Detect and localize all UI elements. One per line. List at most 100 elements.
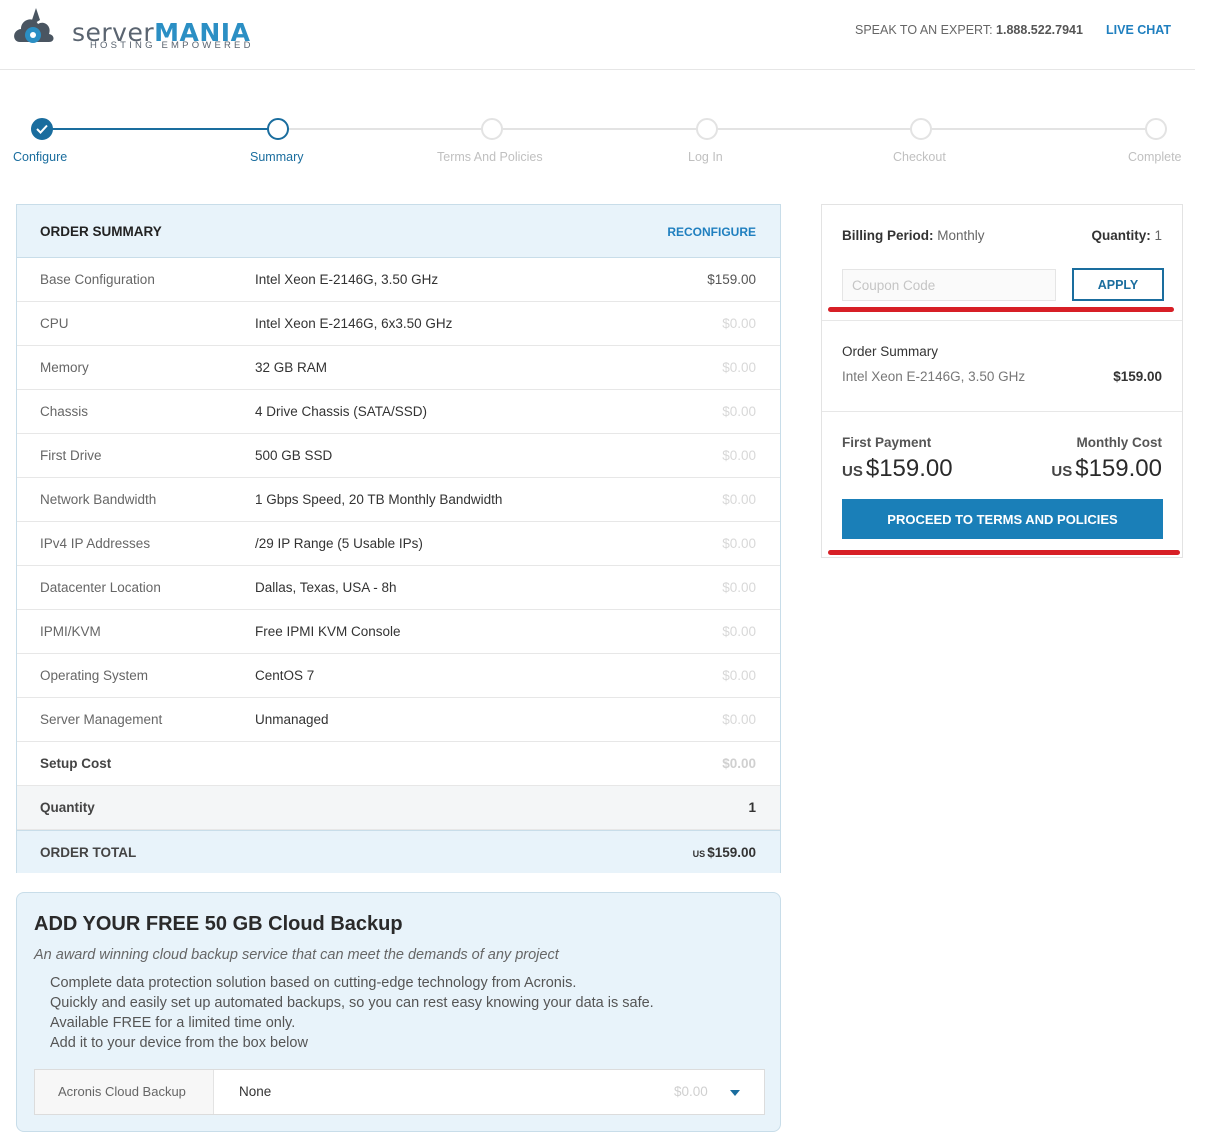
table-row: Server Management Unmanaged $0.00	[17, 698, 780, 742]
select-label: Acronis Cloud Backup	[58, 1084, 186, 1099]
setup-cost-label: Setup Cost	[40, 756, 112, 771]
select-label-cell: Acronis Cloud Backup	[35, 1070, 214, 1114]
monthly-cost-value: $159.00	[1075, 455, 1162, 482]
progress-line-done	[42, 128, 278, 130]
table-row: Datacenter Location Dallas, Texas, USA -…	[17, 566, 780, 610]
row-price: $0.00	[722, 624, 756, 639]
step-checkout-dot	[910, 118, 932, 140]
phone-number[interactable]: 1.888.522.7941	[996, 23, 1083, 37]
backup-line: Quickly and easily set up automated back…	[50, 995, 654, 1011]
monthly-cost-amount: US $159.00	[1051, 455, 1162, 483]
table-row: Base Configuration Intel Xeon E-2146G, 3…	[17, 258, 780, 302]
row-price: $0.00	[722, 492, 756, 507]
step-login-label: Log In	[688, 150, 723, 164]
step-complete-dot	[1145, 118, 1167, 140]
site-header: serverMANIA HOSTING EMPOWERED SPEAK TO A…	[0, 0, 1195, 70]
first-payment-amount: US $159.00	[842, 455, 953, 483]
table-row: Network Bandwidth 1 Gbps Speed, 20 TB Mo…	[17, 478, 780, 522]
acronis-backup-select[interactable]: Acronis Cloud Backup None $0.00	[34, 1069, 765, 1115]
row-price: $0.00	[722, 668, 756, 683]
quantity-value: 1	[748, 800, 756, 815]
row-value: 500 GB SSD	[255, 448, 333, 463]
table-row: Operating System CentOS 7 $0.00	[17, 654, 780, 698]
servermania-logo[interactable]: serverMANIA HOSTING EMPOWERED	[10, 4, 270, 54]
divider	[822, 411, 1182, 412]
select-value: None	[239, 1084, 272, 1099]
apply-coupon-button[interactable]: APPLY	[1072, 268, 1164, 301]
step-configure-dot[interactable]	[31, 118, 53, 140]
order-total-row: ORDER TOTAL US $159.00	[17, 830, 780, 873]
step-login-dot	[696, 118, 718, 140]
table-row: Chassis 4 Drive Chassis (SATA/SSD) $0.00	[17, 390, 780, 434]
row-value: /29 IP Range (5 Usable IPs)	[255, 536, 423, 551]
checkout-progress: Configure Summary Terms And Policies Log…	[0, 110, 1210, 170]
currency-code: US	[842, 463, 863, 480]
backup-line: Add it to your device from the box below	[50, 1035, 308, 1051]
currency-code: US	[692, 849, 706, 859]
order-summary-title: ORDER SUMMARY	[40, 224, 162, 239]
step-summary-label: Summary	[250, 150, 304, 164]
billing-period-value: Monthly	[937, 228, 985, 243]
order-summary-table: ORDER SUMMARY RECONFIGURE Base Configura…	[16, 204, 781, 873]
row-price: $0.00	[722, 712, 756, 727]
billing-period: Billing Period: Monthly	[842, 228, 985, 243]
row-key: First Drive	[40, 448, 102, 463]
panel-summary-title: Order Summary	[842, 344, 939, 359]
row-value: 4 Drive Chassis (SATA/SSD)	[255, 404, 428, 419]
row-price: $0.00	[722, 448, 756, 463]
step-terms-label: Terms And Policies	[437, 150, 543, 164]
proceed-to-terms-button[interactable]: PROCEED TO TERMS AND POLICIES	[842, 499, 1163, 539]
backup-subtitle: An award winning cloud backup service th…	[34, 947, 559, 963]
step-configure-label[interactable]: Configure	[13, 150, 67, 164]
row-price: $0.00	[722, 316, 756, 331]
row-price: $0.00	[722, 360, 756, 375]
row-key: IPMI/KVM	[40, 624, 101, 639]
row-value: Free IPMI KVM Console	[255, 624, 401, 639]
row-key: IPv4 IP Addresses	[40, 536, 151, 551]
logo-tagline: HOSTING EMPOWERED	[90, 40, 254, 51]
cloud-logo-icon	[14, 8, 54, 43]
panel-summary-price: $159.00	[1113, 369, 1162, 384]
backup-line: Available FREE for a limited time only.	[50, 1015, 296, 1031]
row-price: $159.00	[707, 272, 756, 287]
table-row: IPv4 IP Addresses /29 IP Range (5 Usable…	[17, 522, 780, 566]
step-summary-dot	[267, 118, 289, 140]
row-price: $0.00	[722, 404, 756, 419]
row-price: $0.00	[722, 536, 756, 551]
row-value: 1 Gbps Speed, 20 TB Monthly Bandwidth	[255, 492, 503, 507]
table-row: First Drive 500 GB SSD $0.00	[17, 434, 780, 478]
row-key: Chassis	[40, 404, 89, 419]
table-row: Memory 32 GB RAM $0.00	[17, 346, 780, 390]
setup-cost-price: $0.00	[722, 756, 756, 771]
backup-title: ADD YOUR FREE 50 GB Cloud Backup	[34, 913, 403, 935]
chevron-down-icon[interactable]	[730, 1090, 740, 1096]
panel-quantity: Quantity: 1	[1091, 228, 1162, 243]
red-highlight-underline	[828, 307, 1174, 312]
row-value: CentOS 7	[255, 668, 315, 683]
row-key: Base Configuration	[40, 272, 155, 287]
row-key: Datacenter Location	[40, 580, 161, 595]
table-row: IPMI/KVM Free IPMI KVM Console $0.00	[17, 610, 780, 654]
order-total-value: $159.00	[707, 845, 756, 860]
step-terms-dot	[481, 118, 503, 140]
panel-quantity-label: Quantity:	[1091, 228, 1151, 243]
row-value: Unmanaged	[255, 712, 329, 727]
red-highlight-underline	[828, 550, 1180, 555]
monthly-cost-label: Monthly Cost	[1076, 435, 1163, 450]
backup-line: Complete data protection solution based …	[50, 975, 577, 991]
step-complete-label: Complete	[1128, 150, 1182, 164]
row-value: Dallas, Texas, USA - 8h	[255, 580, 397, 595]
reconfigure-link[interactable]: RECONFIGURE	[667, 225, 756, 239]
check-icon	[36, 124, 48, 134]
row-value: Intel Xeon E-2146G, 6x3.50 GHz	[255, 316, 453, 331]
row-key: Memory	[40, 360, 89, 375]
row-value: Intel Xeon E-2146G, 3.50 GHz	[255, 272, 439, 287]
live-chat-link[interactable]: LIVE CHAT	[1106, 23, 1171, 37]
row-key: Network Bandwidth	[40, 492, 157, 507]
cloud-backup-offer: ADD YOUR FREE 50 GB Cloud Backup An awar…	[16, 892, 781, 1132]
order-total-amount: US $159.00	[693, 845, 756, 860]
step-checkout-label: Checkout	[893, 150, 946, 164]
row-key: CPU	[40, 316, 69, 331]
coupon-code-input[interactable]	[842, 269, 1056, 301]
setup-cost-row: Setup Cost $0.00	[17, 742, 780, 786]
